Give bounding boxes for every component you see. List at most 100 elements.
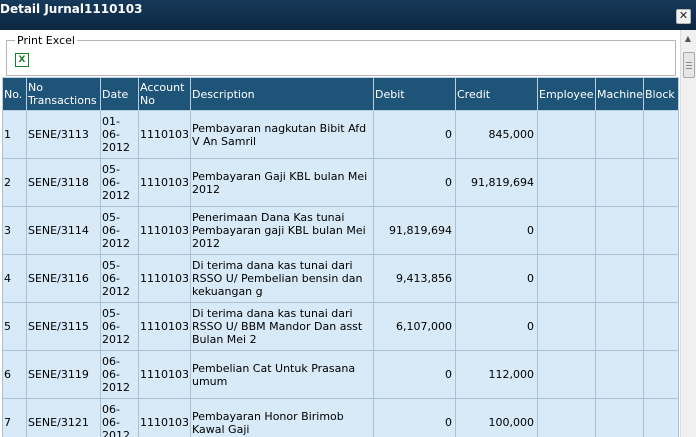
column-header-employee[interactable]: Employee	[537, 77, 596, 111]
cell-employee	[537, 302, 596, 351]
table-row[interactable]: 4 SENE/3116 05-06-2012 1110103 Di terima dan…	[2, 254, 679, 303]
scroll-thumb[interactable]	[683, 52, 695, 78]
cell-date: 05-06-2012	[100, 206, 139, 255]
cell-description: Pembayaran nagkutan Bibit Afd V An Samri…	[190, 110, 374, 159]
column-header-date[interactable]: Date	[100, 77, 139, 111]
table-row[interactable]: 6 SENE/3119 06-06-2012 1110103 Pembelian Cat…	[2, 350, 679, 399]
cell-block	[643, 398, 679, 437]
cell-credit: 0	[455, 206, 538, 255]
cell-employee	[537, 350, 596, 399]
cell-no-transactions: SENE/3121	[26, 398, 101, 437]
cell-account-no: 1110103	[138, 350, 191, 399]
cell-block	[643, 254, 679, 303]
window-content: Print Excel X No. No Transactions Date Acco…	[0, 30, 696, 437]
cell-credit: 91,819,694	[455, 158, 538, 207]
cell-description: Penerimaan Dana Kas tunai Pembayaran gaj…	[190, 206, 374, 255]
cell-block	[643, 110, 679, 159]
cell-date: 05-06-2012	[100, 254, 139, 303]
cell-account-no: 1110103	[138, 110, 191, 159]
table-row[interactable]: 5 SENE/3115 05-06-2012 1110103 Di terima dan…	[2, 302, 679, 351]
scroll-up-icon[interactable]: ▲	[683, 34, 693, 44]
cell-debit: 0	[373, 398, 456, 437]
cell-employee	[537, 254, 596, 303]
cell-no-transactions: SENE/3113	[26, 110, 101, 159]
cell-debit: 0	[373, 350, 456, 399]
cell-credit: 845,000	[455, 110, 538, 159]
cell-account-no: 1110103	[138, 158, 191, 207]
column-header-account-no[interactable]: Account No	[138, 77, 191, 111]
cell-machine	[595, 110, 644, 159]
cell-no: 1	[2, 110, 27, 159]
column-header-no-transactions[interactable]: No Transactions	[26, 77, 101, 111]
cell-description: Di terima dana kas tunai dari RSSO U/ BB…	[190, 302, 374, 351]
cell-date: 06-06-2012	[100, 350, 139, 399]
cell-machine	[595, 302, 644, 351]
cell-credit: 0	[455, 254, 538, 303]
cell-block	[643, 302, 679, 351]
cell-description: Pembayaran Gaji KBL bulan Mei 2012	[190, 158, 374, 207]
cell-no-transactions: SENE/3115	[26, 302, 101, 351]
cell-employee	[537, 158, 596, 207]
cell-credit: 100,000	[455, 398, 538, 437]
cell-block	[643, 350, 679, 399]
cell-machine	[595, 254, 644, 303]
cell-employee	[537, 398, 596, 437]
cell-employee	[537, 110, 596, 159]
table-row[interactable]: 1 SENE/3113 01-06-2012 1110103 Pembayaran na…	[2, 110, 679, 159]
table-row[interactable]: 7 SENE/3121 06-06-2012 1110103 Pembayaran Ho…	[2, 398, 679, 437]
column-header-block[interactable]: Block	[643, 77, 679, 111]
journal-grid: No. No Transactions Date Account No Descript…	[2, 77, 680, 437]
cell-block	[643, 158, 679, 207]
print-excel-legend: Print Excel	[15, 34, 77, 47]
cell-no-transactions: SENE/3118	[26, 158, 101, 207]
cell-account-no: 1110103	[138, 206, 191, 255]
grip-line	[686, 62, 692, 63]
excel-icon[interactable]: X	[15, 53, 29, 67]
cell-no: 4	[2, 254, 27, 303]
cell-debit: 0	[373, 110, 456, 159]
cell-account-no: 1110103	[138, 302, 191, 351]
column-header-credit[interactable]: Credit	[455, 77, 538, 111]
cell-description: Pembelian Cat Untuk Prasana umum	[190, 350, 374, 399]
close-icon[interactable]: ✕	[676, 9, 691, 24]
cell-date: 01-06-2012	[100, 110, 139, 159]
window-title: Detail Jurnal1110103	[0, 2, 143, 16]
cell-account-no: 1110103	[138, 254, 191, 303]
cell-date: 05-06-2012	[100, 158, 139, 207]
table-row[interactable]: 2 SENE/3118 05-06-2012 1110103 Pembayaran Ga…	[2, 158, 679, 207]
cell-account-no: 1110103	[138, 398, 191, 437]
column-header-no[interactable]: No.	[2, 77, 27, 111]
print-excel-group: Print Excel X	[6, 34, 676, 76]
header-row: No. No Transactions Date Account No Descript…	[2, 77, 679, 111]
cell-machine	[595, 398, 644, 437]
cell-no-transactions: SENE/3116	[26, 254, 101, 303]
cell-description: Di terima dana kas tunai dari RSSO U/ Pe…	[190, 254, 374, 303]
cell-employee	[537, 206, 596, 255]
cell-machine	[595, 350, 644, 399]
cell-debit: 0	[373, 158, 456, 207]
cell-no-transactions: SENE/3114	[26, 206, 101, 255]
cell-date: 05-06-2012	[100, 302, 139, 351]
cell-no: 7	[2, 398, 27, 437]
table-row[interactable]: 3 SENE/3114 05-06-2012 1110103 Penerimaan Da…	[2, 206, 679, 255]
grip-line	[686, 68, 692, 69]
cell-no: 5	[2, 302, 27, 351]
cell-credit: 0	[455, 302, 538, 351]
cell-machine	[595, 158, 644, 207]
column-header-debit[interactable]: Debit	[373, 77, 456, 111]
grip-line	[686, 65, 692, 66]
cell-no: 2	[2, 158, 27, 207]
cell-credit: 112,000	[455, 350, 538, 399]
title-bar[interactable]: Detail Jurnal1110103 ✕	[0, 0, 696, 30]
cell-no: 6	[2, 350, 27, 399]
cell-block	[643, 206, 679, 255]
cell-no-transactions: SENE/3119	[26, 350, 101, 399]
column-header-machine[interactable]: Machine	[595, 77, 644, 111]
cell-debit: 6,107,000	[373, 302, 456, 351]
column-header-description[interactable]: Description	[190, 77, 374, 111]
cell-date: 06-06-2012	[100, 398, 139, 437]
cell-debit: 91,819,694	[373, 206, 456, 255]
journal-detail-window: Detail Jurnal1110103 ✕ Print Excel X No.…	[0, 0, 696, 437]
cell-machine	[595, 206, 644, 255]
vertical-scrollbar[interactable]: ▲	[680, 30, 696, 437]
